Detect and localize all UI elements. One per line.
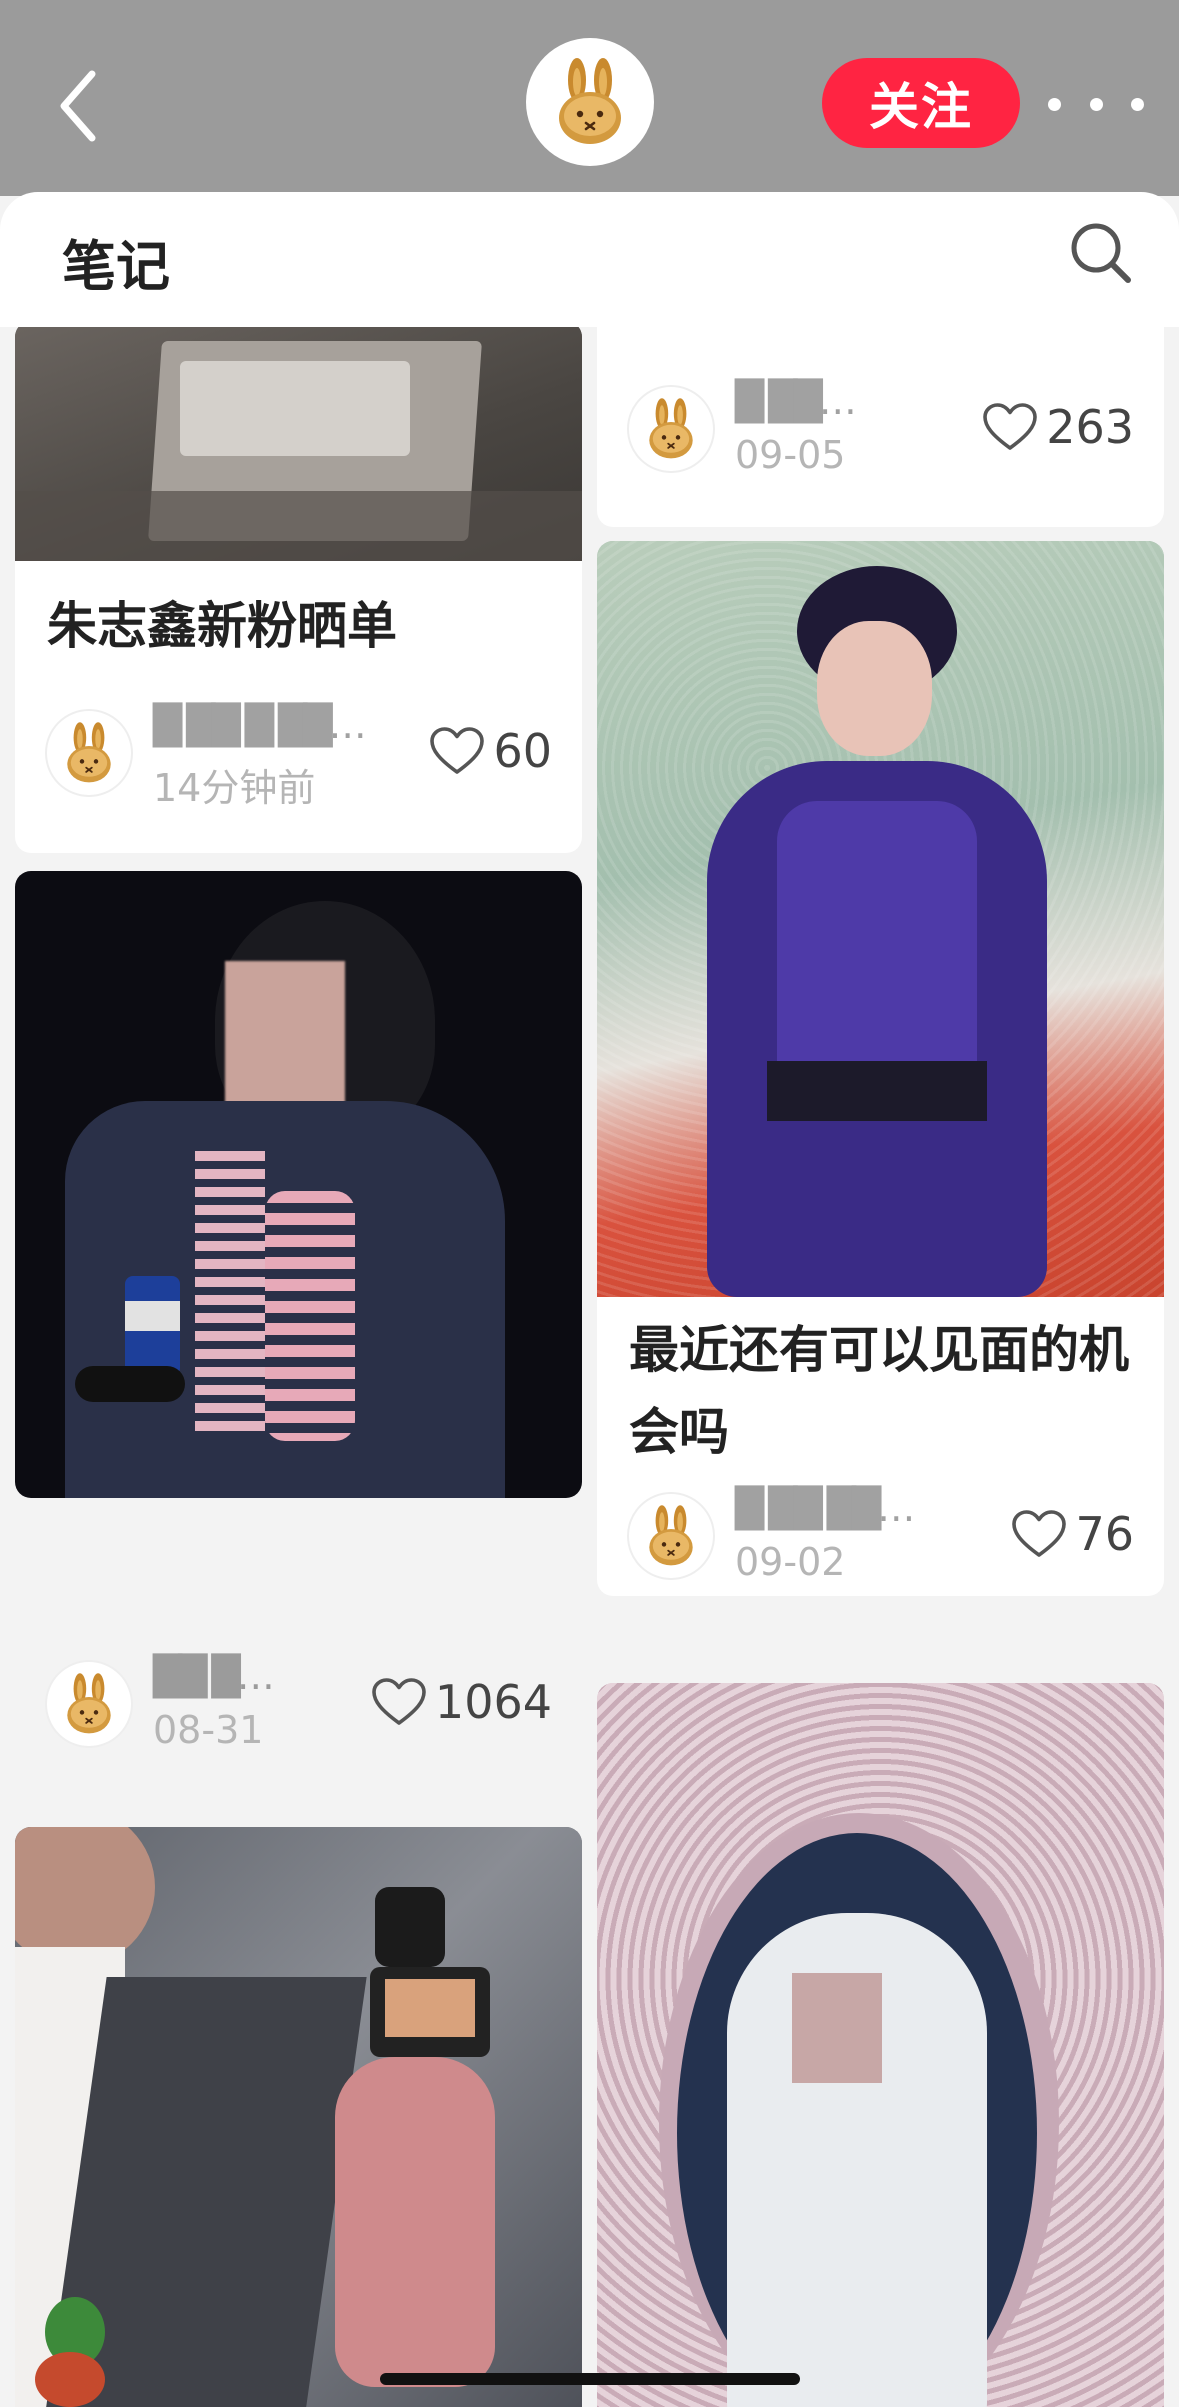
like-button[interactable]: 1064 xyxy=(371,1674,552,1730)
author-name[interactable]: ██ █… xyxy=(153,1654,275,1698)
like-count: 76 xyxy=(1075,1507,1134,1561)
top-bar: 关注 xyxy=(0,0,1179,196)
note-meta: ██ █… 08-31 1064 xyxy=(15,1652,582,1752)
note-meta: █ ██ █ ██… 14分钟前 60 xyxy=(15,701,582,810)
like-button[interactable]: 263 xyxy=(982,399,1134,455)
note-card[interactable]: 最近还有可以见面的机会吗 █ ██ ██… 09-02 76 xyxy=(597,541,1164,1596)
heart-icon xyxy=(982,402,1038,452)
sheet-title: 笔记 xyxy=(62,235,170,298)
note-date: 08-31 xyxy=(153,1708,264,1752)
note-date: 14分钟前 xyxy=(153,766,316,810)
author-avatar[interactable] xyxy=(45,1660,133,1748)
note-cover-image xyxy=(15,1827,582,2407)
note-cover-image xyxy=(15,327,582,561)
back-button[interactable] xyxy=(48,66,108,146)
more-options-button[interactable] xyxy=(1048,86,1144,122)
note-title: 朱志鑫新粉晒单 xyxy=(47,597,397,655)
profile-avatar[interactable] xyxy=(526,38,654,166)
author-name[interactable]: █ ██ █ ██… xyxy=(153,703,367,747)
rabbit-avatar-icon xyxy=(54,1669,124,1739)
like-count: 60 xyxy=(493,724,552,778)
note-meta: █ ██… 09-05 263 xyxy=(597,377,1164,477)
note-date: 09-05 xyxy=(735,433,846,477)
like-count: 263 xyxy=(1046,400,1134,454)
notes-feed[interactable]: 朱志鑫新粉晒单 █ ██ █ ██… 14分钟前 60 ██ █… 08-31 … xyxy=(0,327,1179,2407)
back-arrow-icon xyxy=(60,70,96,142)
rabbit-avatar-icon xyxy=(540,52,640,152)
search-icon[interactable] xyxy=(1068,220,1134,286)
rabbit-avatar-icon xyxy=(54,718,124,788)
heart-icon xyxy=(371,1677,427,1727)
note-card[interactable] xyxy=(15,871,582,1498)
note-date: 09-02 xyxy=(735,1540,846,1584)
note-card[interactable] xyxy=(15,1827,582,2407)
author-name[interactable]: █ ██… xyxy=(735,379,857,423)
note-meta: █ ██ ██… 09-02 76 xyxy=(597,1484,1164,1584)
follow-button[interactable]: 关注 xyxy=(822,58,1020,148)
heart-icon xyxy=(1011,1509,1067,1559)
home-indicator[interactable] xyxy=(380,2373,800,2385)
note-card[interactable]: █ ██… 09-05 263 xyxy=(597,327,1164,527)
note-cover-image xyxy=(597,541,1164,1297)
note-card[interactable]: 朱志鑫新粉晒单 █ ██ █ ██… 14分钟前 60 xyxy=(15,327,582,853)
like-button[interactable]: 60 xyxy=(429,723,552,779)
like-button[interactable]: 76 xyxy=(1011,1506,1134,1562)
heart-icon xyxy=(429,726,485,776)
like-count: 1064 xyxy=(434,1675,552,1729)
author-avatar[interactable] xyxy=(627,385,715,473)
note-cover-image xyxy=(597,1683,1164,2407)
more-dot xyxy=(1048,97,1061,111)
notes-sheet-header: 笔记 xyxy=(0,192,1179,327)
rabbit-avatar-icon xyxy=(636,394,706,464)
more-dot xyxy=(1089,97,1103,111)
author-avatar[interactable] xyxy=(627,1492,715,1580)
note-title: 最近还有可以见面的机会吗 xyxy=(629,1321,1129,1461)
rabbit-avatar-icon xyxy=(636,1501,706,1571)
more-dot xyxy=(1131,97,1144,111)
author-avatar[interactable] xyxy=(45,709,133,797)
author-name[interactable]: █ ██ ██… xyxy=(735,1486,915,1530)
note-card[interactable] xyxy=(597,1683,1164,2407)
note-cover-image xyxy=(15,871,582,1498)
